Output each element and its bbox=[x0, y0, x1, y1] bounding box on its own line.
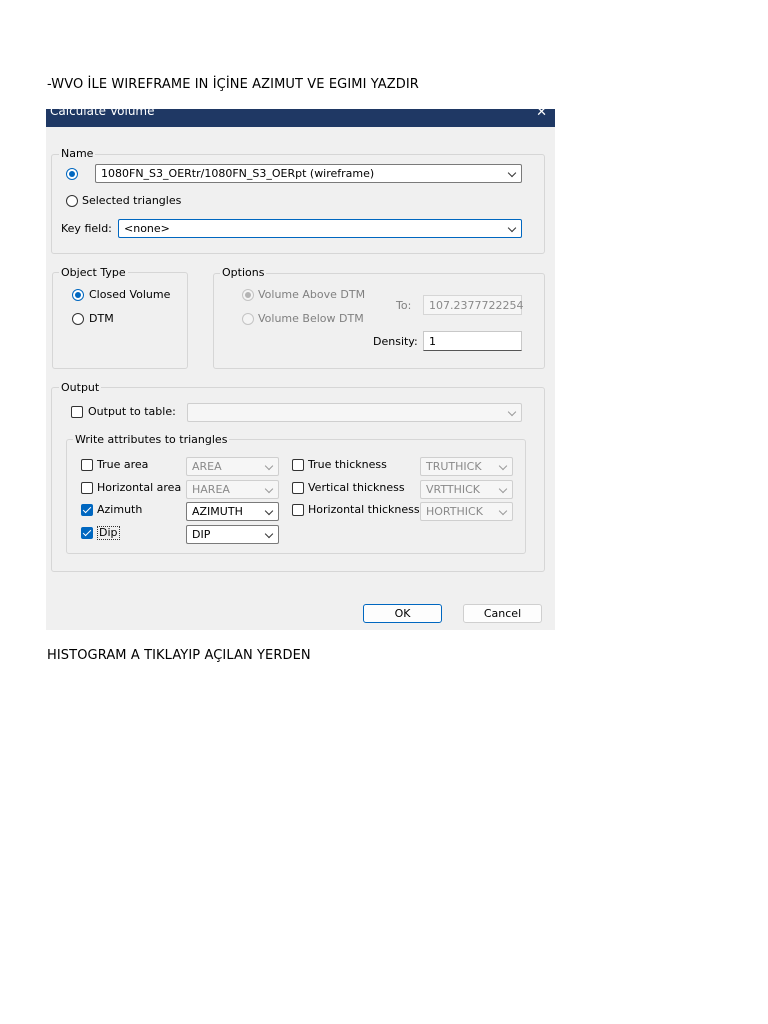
azimuth-label: Azimuth bbox=[97, 503, 143, 516]
density-value: 1 bbox=[429, 335, 436, 348]
horizontal-area-checkbox[interactable] bbox=[81, 482, 93, 494]
document-heading-2: HISTOGRAM A TIKLAYIP AÇILAN YERDEN bbox=[47, 648, 311, 663]
horizontal-area-field[interactable]: HAREA bbox=[186, 480, 279, 499]
closed-volume-label: Closed Volume bbox=[89, 288, 171, 301]
chevron-down-icon bbox=[498, 484, 508, 494]
horizontal-thickness-label: Horizontal thickness bbox=[308, 503, 420, 516]
options-label: Options bbox=[220, 266, 267, 279]
dialog-title: Calculate Volume bbox=[50, 109, 155, 118]
true-thickness-checkbox[interactable] bbox=[292, 459, 304, 471]
vertical-thickness-field-value: VRTTHICK bbox=[426, 483, 481, 496]
azimuth-checkbox[interactable] bbox=[81, 504, 93, 516]
volume-above-dtm-label: Volume Above DTM bbox=[258, 288, 366, 301]
key-field-value: <none> bbox=[124, 222, 170, 235]
dtm-radio[interactable] bbox=[72, 313, 84, 325]
chevron-down-icon bbox=[507, 168, 517, 178]
key-field-label: Key field: bbox=[61, 222, 112, 235]
selected-triangles-label: Selected triangles bbox=[82, 194, 182, 207]
density-label: Density: bbox=[373, 335, 418, 348]
to-label: To: bbox=[396, 299, 412, 312]
to-input[interactable]: 107.2377722254 bbox=[423, 295, 524, 315]
dialog-titlebar: Calculate Volume ✕ bbox=[46, 109, 555, 127]
ok-button[interactable]: OK bbox=[363, 604, 442, 623]
vertical-thickness-label: Vertical thickness bbox=[308, 481, 405, 494]
name-group-label: Name bbox=[59, 147, 96, 160]
chevron-down-icon bbox=[507, 407, 517, 417]
wireframe-radio[interactable] bbox=[66, 168, 78, 180]
true-area-field-value: AREA bbox=[192, 460, 222, 473]
horizontal-thickness-checkbox[interactable] bbox=[292, 504, 304, 516]
dtm-label: DTM bbox=[89, 312, 114, 325]
dip-field-value: DIP bbox=[192, 528, 211, 541]
chevron-down-icon bbox=[264, 461, 274, 471]
output-table-dropdown[interactable] bbox=[187, 403, 522, 422]
volume-below-dtm-radio[interactable] bbox=[242, 313, 254, 325]
azimuth-field-value: AZIMUTH bbox=[192, 505, 243, 518]
dip-label: Dip bbox=[97, 526, 120, 540]
dip-field[interactable]: DIP bbox=[186, 525, 279, 544]
chevron-down-icon bbox=[264, 506, 274, 516]
volume-below-dtm-label: Volume Below DTM bbox=[258, 312, 364, 325]
wireframe-value: 1080FN_S3_OERtr/1080FN_S3_OERpt (wirefra… bbox=[101, 167, 375, 180]
vertical-thickness-field[interactable]: VRTTHICK bbox=[420, 480, 513, 499]
document-heading-1: -WVO İLE WIREFRAME IN İÇİNE AZIMUT VE EG… bbox=[47, 77, 419, 92]
horizontal-area-label: Horizontal area bbox=[97, 481, 182, 494]
chevron-down-icon bbox=[264, 484, 274, 494]
close-icon[interactable]: ✕ bbox=[536, 109, 547, 120]
horizontal-area-field-value: HAREA bbox=[192, 483, 230, 496]
true-area-label: True area bbox=[97, 458, 149, 471]
true-area-checkbox[interactable] bbox=[81, 459, 93, 471]
output-to-table-checkbox[interactable] bbox=[71, 406, 83, 418]
chevron-down-icon bbox=[498, 506, 508, 516]
density-input[interactable]: 1 bbox=[423, 331, 522, 351]
chevron-down-icon bbox=[498, 461, 508, 471]
output-to-table-label: Output to table: bbox=[88, 405, 176, 418]
horizontal-thickness-field[interactable]: HORTHICK bbox=[420, 502, 513, 521]
cancel-button[interactable]: Cancel bbox=[463, 604, 542, 623]
true-thickness-field[interactable]: TRUTHICK bbox=[420, 457, 513, 476]
selected-triangles-radio[interactable] bbox=[66, 195, 78, 207]
to-value: 107.2377722254 bbox=[429, 299, 524, 312]
chevron-down-icon bbox=[264, 529, 274, 539]
chevron-down-icon bbox=[507, 223, 517, 233]
object-type-label: Object Type bbox=[59, 266, 128, 279]
key-field-dropdown[interactable]: <none> bbox=[118, 219, 522, 238]
horizontal-thickness-field-value: HORTHICK bbox=[426, 505, 483, 518]
volume-above-dtm-radio[interactable] bbox=[242, 289, 254, 301]
azimuth-field[interactable]: AZIMUTH bbox=[186, 502, 279, 521]
vertical-thickness-checkbox[interactable] bbox=[292, 482, 304, 494]
write-attributes-label: Write attributes to triangles bbox=[73, 433, 230, 446]
true-thickness-field-value: TRUTHICK bbox=[426, 460, 482, 473]
calculate-volume-dialog: Calculate Volume ✕ Name 1080FN_S3_OERtr/… bbox=[46, 109, 555, 630]
wireframe-dropdown[interactable]: 1080FN_S3_OERtr/1080FN_S3_OERpt (wirefra… bbox=[95, 164, 522, 183]
closed-volume-radio[interactable] bbox=[72, 289, 84, 301]
true-area-field[interactable]: AREA bbox=[186, 457, 279, 476]
output-label: Output bbox=[59, 381, 102, 394]
dip-checkbox[interactable] bbox=[81, 527, 93, 539]
true-thickness-label: True thickness bbox=[308, 458, 387, 471]
